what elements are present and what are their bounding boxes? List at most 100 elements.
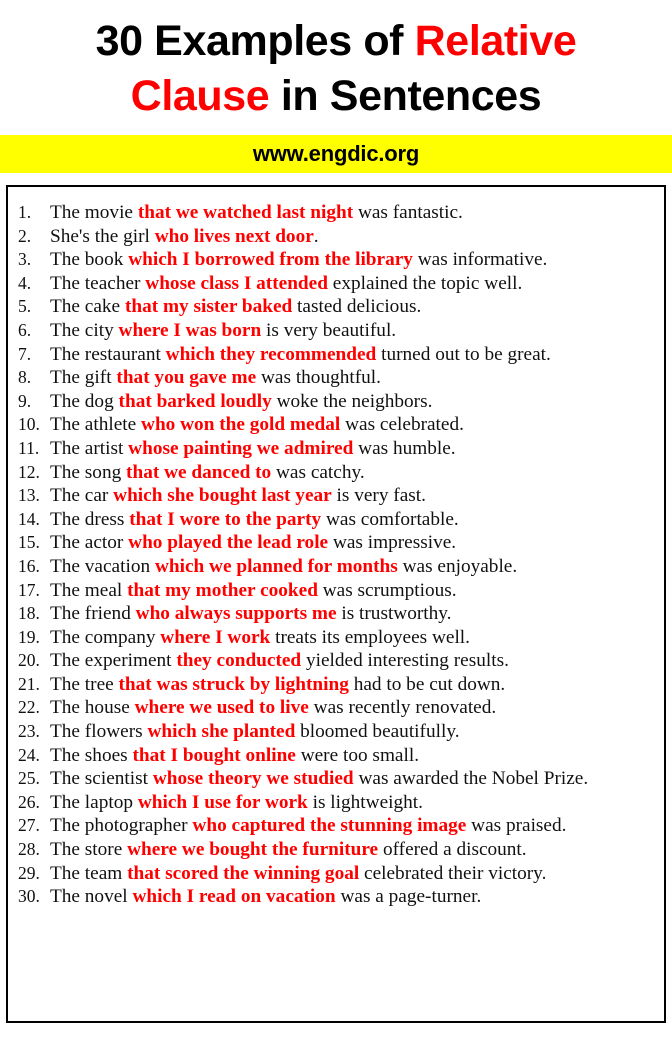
sentence-prefix: The movie [50, 202, 138, 223]
relative-clause-highlight: which she bought last year [113, 485, 332, 507]
sentence-prefix: The company [50, 626, 161, 648]
relative-clause-highlight: that my sister baked [124, 296, 293, 318]
relative-clause-highlight: that I bought online [132, 744, 296, 766]
relative-clause-highlight: whose painting we admired [128, 437, 354, 459]
relative-clause-highlight: they conducted [176, 650, 302, 672]
sentence-suffix: was comfortable. [321, 508, 459, 530]
list-item: The book which I borrowed from the libra… [18, 248, 654, 272]
list-item: The novel which I read on vacation was a… [18, 885, 654, 909]
list-item: The artist whose painting we admired was… [18, 437, 654, 461]
sentence-suffix: offered a discount. [378, 839, 527, 861]
title-highlight-clause: Clause [130, 72, 270, 120]
sentence-prefix: The flowers [50, 721, 148, 743]
sentence-suffix: was celebrated. [340, 414, 464, 436]
list-item: The shoes that I bought online were too … [18, 744, 654, 768]
sentence-suffix: is very fast. [331, 485, 426, 507]
sentence-prefix: The actor [50, 532, 129, 554]
relative-clause-highlight: whose theory we studied [152, 768, 354, 790]
relative-clause-highlight: which I use for work [137, 791, 308, 813]
list-item: The vacation which we planned for months… [18, 555, 654, 579]
relative-clause-highlight: which we planned for months [154, 555, 398, 577]
sentence-suffix: was thoughtful. [256, 367, 381, 389]
sentence-suffix: turned out to be great. [376, 343, 551, 365]
sentence-suffix: was impressive. [328, 532, 457, 554]
sentence-suffix: was catchy. [271, 461, 365, 483]
relative-clause-highlight: which they recommended [165, 343, 377, 365]
sentence-prefix: The gift [50, 367, 117, 389]
sentence-prefix: The store [50, 839, 128, 861]
sentence-suffix: was fantastic. [353, 202, 463, 223]
list-item: The city where I was born is very beauti… [18, 319, 654, 343]
sentence-prefix: The teacher [50, 272, 146, 294]
sentence-prefix: The novel [50, 886, 133, 908]
title-highlight-relative: Relative [414, 17, 577, 65]
sentence-suffix: was awarded the Nobel Prize. [353, 768, 589, 790]
sentence-prefix: The car [50, 485, 114, 507]
sentence-prefix: The laptop [50, 791, 138, 813]
list-item: The movie that we watched last night was… [18, 201, 654, 225]
sentence-suffix: is trustworthy. [336, 603, 452, 625]
sentence-prefix: The dress [50, 508, 130, 530]
relative-clause-highlight: that we watched last night [137, 202, 354, 223]
list-item: The meal that my mother cooked was scrum… [18, 579, 654, 603]
sentence-prefix: The shoes [50, 744, 133, 766]
sentence-prefix: The experiment [50, 650, 177, 672]
list-item: The experiment they conducted yielded in… [18, 649, 654, 673]
list-item: The laptop which I use for work is light… [18, 791, 654, 815]
sentence-suffix: yielded interesting results. [301, 650, 509, 672]
sentence-suffix: was a page-turner. [335, 886, 482, 908]
page-title-line-2: Clause in Sentences [22, 69, 650, 124]
list-item: The car which she bought last year is ve… [18, 484, 654, 508]
sentence-prefix: The dog [50, 390, 119, 412]
page-title: 30 Examples of Relative Clause in Senten… [0, 0, 672, 130]
sentence-suffix: was enjoyable. [397, 555, 518, 577]
list-item: She's the girl who lives next door. [18, 225, 654, 249]
sentence-prefix: The meal [50, 579, 128, 601]
sentence-suffix: was scrumptious. [317, 579, 457, 601]
sentence-list: The movie that we watched last night was… [18, 201, 654, 909]
relative-clause-highlight: where we used to live [134, 697, 309, 719]
list-item: The song that we danced to was catchy. [18, 461, 654, 485]
relative-clause-highlight: who played the lead role [128, 532, 329, 554]
relative-clause-highlight: which I borrowed from the library [128, 249, 413, 271]
page-title-line-1: 30 Examples of Relative [22, 14, 650, 69]
list-item: The flowers which she planted bloomed be… [18, 720, 654, 744]
sentence-suffix: . [313, 225, 319, 247]
list-item: The gift that you gave me was thoughtful… [18, 366, 654, 390]
sentence-prefix: The tree [50, 673, 119, 695]
sentence-prefix: The athlete [50, 414, 142, 436]
list-item: The dress that I wore to the party was c… [18, 508, 654, 532]
sentence-prefix: She's the girl [50, 225, 155, 247]
list-item: The scientist whose theory we studied wa… [18, 767, 654, 791]
relative-clause-highlight: that was struck by lightning [118, 673, 349, 695]
sentence-suffix: explained the topic well. [327, 272, 523, 294]
sentence-prefix: The photographer [50, 815, 193, 837]
relative-clause-highlight: where I was born [118, 319, 262, 341]
sentence-prefix: The city [50, 319, 119, 341]
list-item: The athlete who won the gold medal was c… [18, 413, 654, 437]
list-item: The photographer who captured the stunni… [18, 814, 654, 838]
sentence-suffix: was praised. [466, 815, 567, 837]
list-item: The actor who played the lead role was i… [18, 531, 654, 555]
sentence-prefix: The scientist [50, 768, 153, 790]
sentence-suffix: celebrated their victory. [359, 862, 547, 884]
examples-content-box: The movie that we watched last night was… [6, 185, 666, 1023]
list-item: The restaurant which they recommended tu… [18, 343, 654, 367]
relative-clause-highlight: which she planted [147, 721, 296, 743]
sentence-prefix: The house [50, 697, 135, 719]
relative-clause-highlight: who captured the stunning image [192, 815, 467, 837]
relative-clause-highlight: who always supports me [135, 603, 337, 625]
sentence-prefix: The team [50, 862, 128, 884]
sentence-suffix: was recently renovated. [308, 697, 497, 719]
relative-clause-highlight: that scored the winning goal [127, 862, 360, 884]
relative-clause-highlight: that my mother cooked [127, 579, 318, 601]
list-item: The dog that barked loudly woke the neig… [18, 390, 654, 414]
relative-clause-highlight: where we bought the furniture [127, 839, 379, 861]
site-url-text: www.engdic.org [252, 141, 420, 166]
sentence-suffix: had to be cut down. [348, 673, 506, 695]
sentence-suffix: was humble. [353, 437, 456, 459]
sentence-prefix: The artist [50, 437, 129, 459]
sentence-suffix: bloomed beautifully. [295, 721, 460, 743]
sentence-prefix: The friend [50, 603, 136, 625]
sentence-prefix: The restaurant [50, 343, 166, 365]
